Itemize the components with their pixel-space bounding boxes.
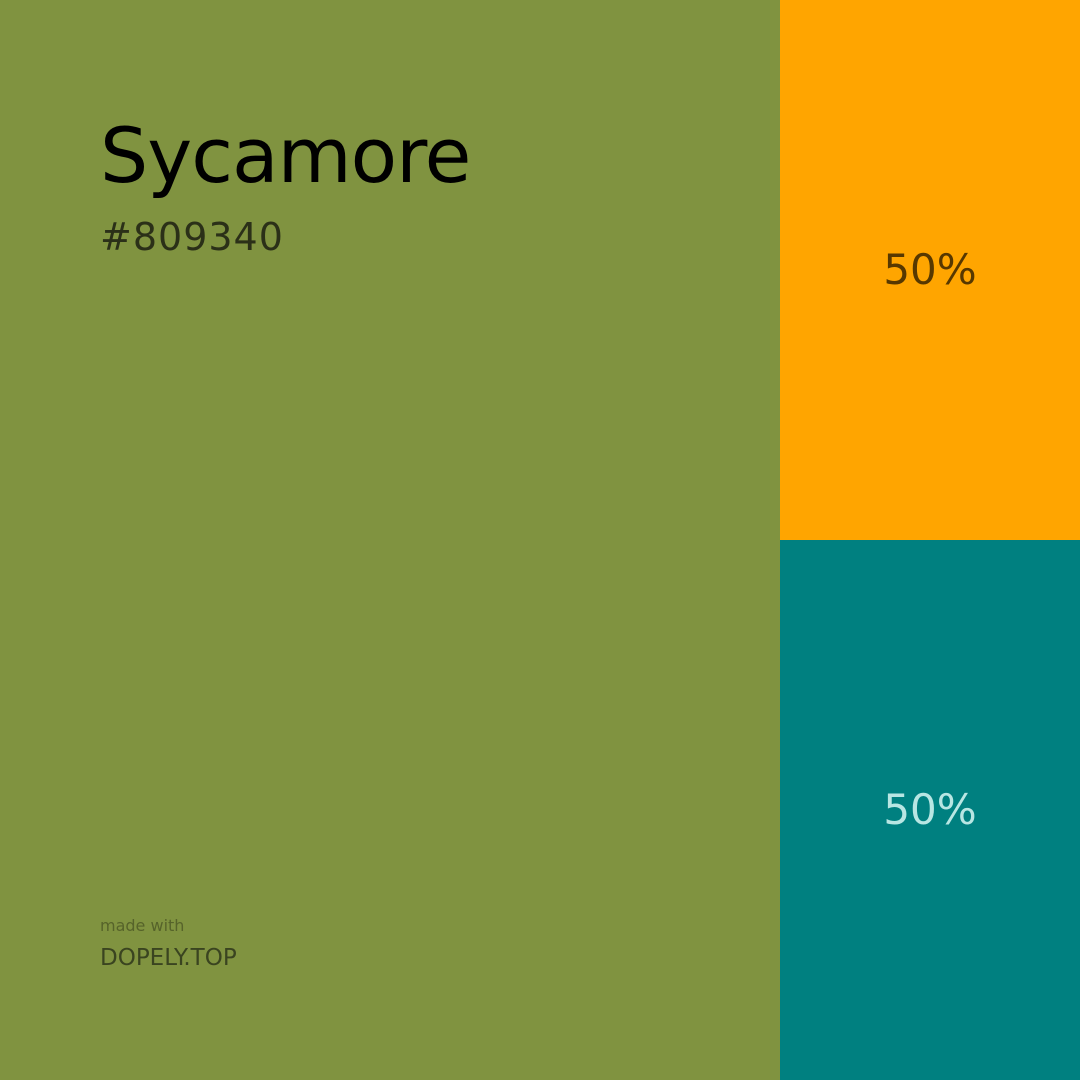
color-name: Sycamore [100,111,471,200]
brand-label: DOPELY.TOP [100,945,237,971]
teal-swatch: 50% [780,540,1080,1080]
orange-swatch-percent: 50% [883,245,977,294]
color-hex-code: #809340 [100,215,284,259]
made-with-label: made with [100,916,185,935]
teal-swatch-percent: 50% [883,785,977,834]
orange-swatch: 50% [780,0,1080,540]
main-color-swatch: Sycamore #809340 made with DOPELY.TOP [0,0,780,1080]
palette-card: Sycamore #809340 made with DOPELY.TOP 50… [0,0,1080,1080]
